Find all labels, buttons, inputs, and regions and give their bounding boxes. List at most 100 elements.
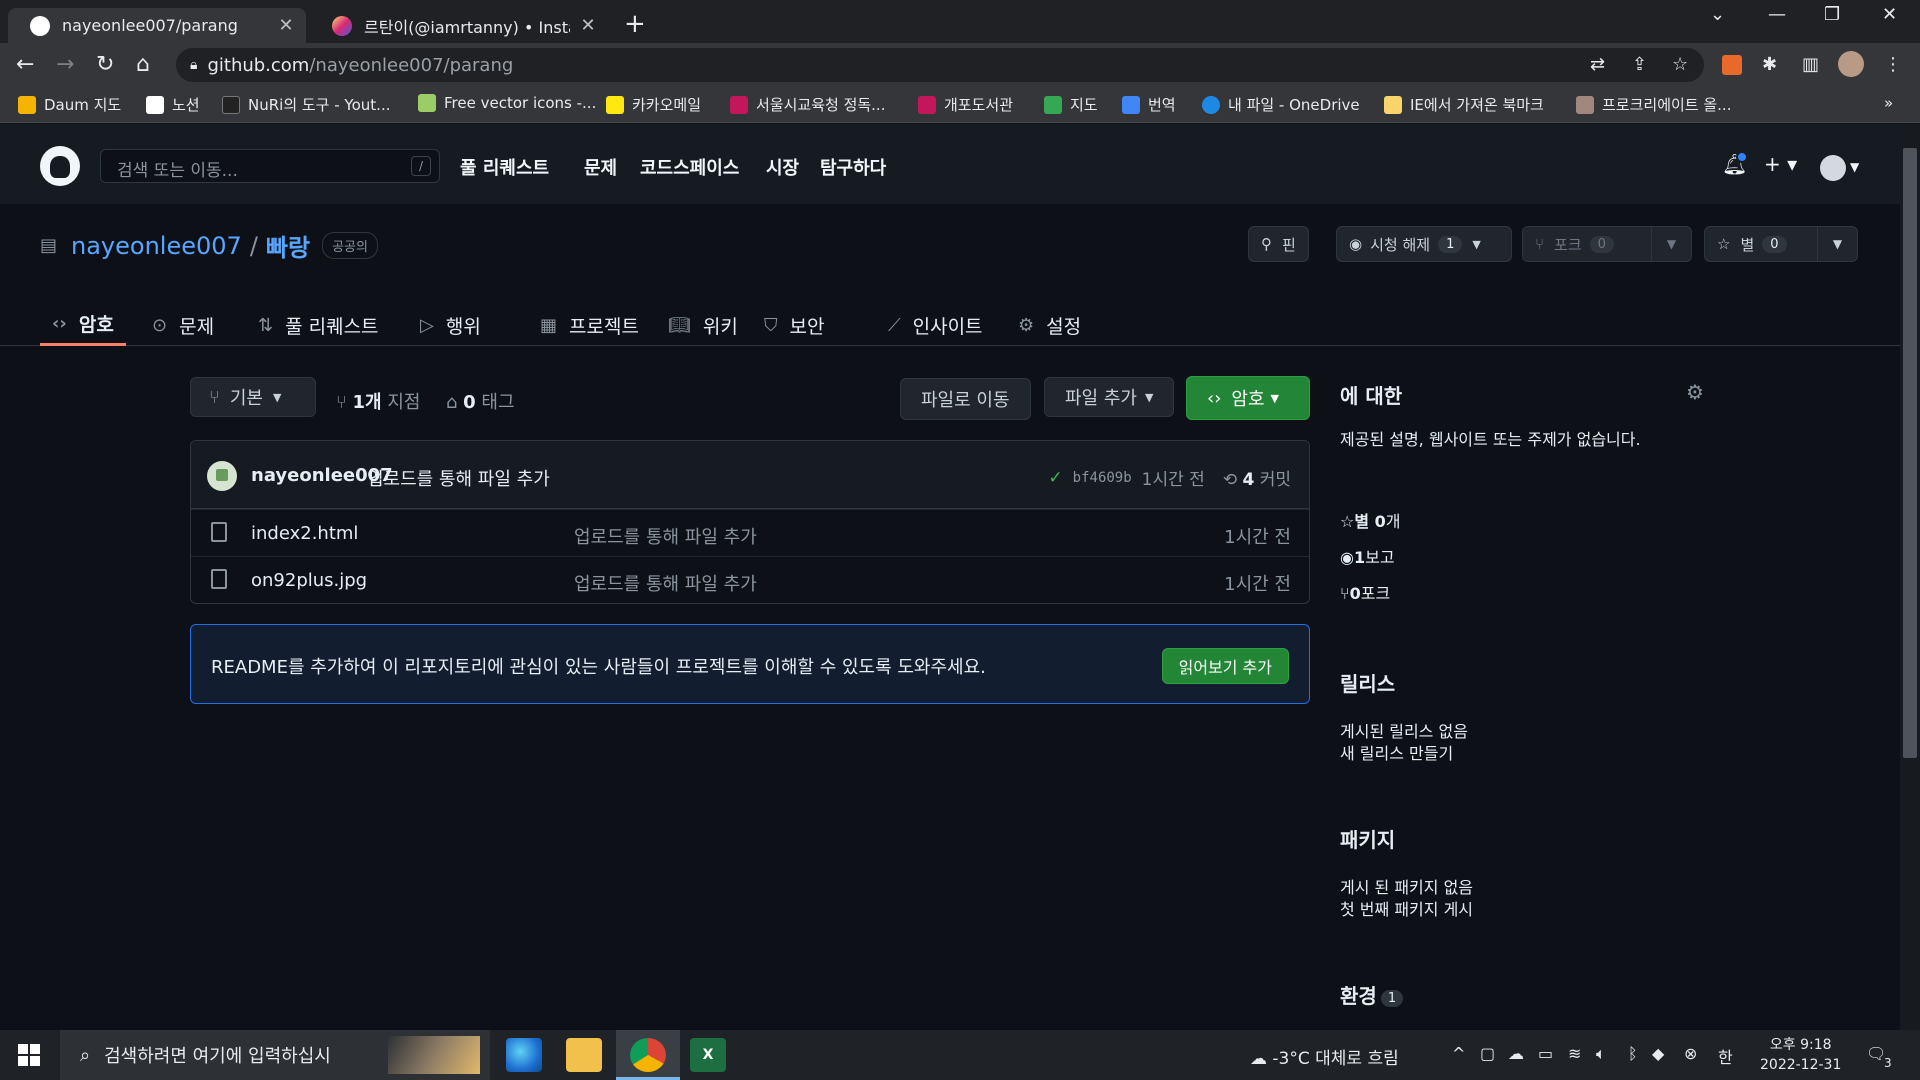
chrome-icon[interactable] (630, 1038, 666, 1072)
user-avatar[interactable] (1820, 155, 1846, 181)
file-name-link[interactable]: index2.html (251, 523, 358, 544)
reload-icon[interactable]: ↻ (96, 52, 114, 77)
stars-link[interactable]: ☆별 0개 (1340, 508, 1710, 532)
star-button[interactable]: ☆ 별 0 ▼ (1704, 226, 1858, 262)
tab-wiki[interactable]: 📖︎ 위키 (668, 304, 738, 346)
tray-close-icon[interactable]: ⊗ (1684, 1044, 1697, 1063)
tab-close-icon[interactable]: ✕ (578, 15, 598, 36)
tab-code[interactable]: ‹› 암호 (40, 304, 126, 346)
restore-icon[interactable]: ❐ (1824, 4, 1840, 25)
app-tray-icon[interactable]: ◆ (1652, 1044, 1664, 1063)
edge-icon[interactable] (506, 1038, 542, 1072)
scrollbar-thumb[interactable] (1903, 148, 1917, 758)
file-row[interactable]: index2.html 업로드를 통해 파일 추가 1시간 전 (191, 509, 1309, 556)
file-commit-message[interactable]: 업로드를 통해 파일 추가 (574, 570, 757, 596)
file-row[interactable]: on92plus.jpg 업로드를 통해 파일 추가 1시간 전 (191, 556, 1309, 603)
pin-button[interactable]: ⚲ 핀 (1248, 226, 1309, 262)
volume-icon[interactable]: 🔈︎ (1596, 1044, 1606, 1064)
gear-icon[interactable]: ⚙ (1686, 380, 1704, 404)
nav-issues[interactable]: 문제 (584, 154, 617, 180)
tab-actions[interactable]: ▷ 행위 (420, 304, 481, 346)
address-bar[interactable]: 🔒︎ github.com/nayeonlee007/parang (176, 48, 1704, 82)
file-name-link[interactable]: on92plus.jpg (251, 570, 367, 591)
branches-link[interactable]: ⑂ 1개 지점 (336, 388, 420, 414)
bookmark-item[interactable]: Free vector icons -... (418, 94, 596, 112)
create-release-link[interactable]: 새 릴리스 만들기 (1340, 740, 1710, 764)
add-file-button[interactable]: 파일 추가 ▼ (1044, 377, 1175, 417)
window-close-icon[interactable]: ✕ (1882, 4, 1897, 25)
tab-search-icon[interactable]: ⌄ (1710, 4, 1725, 25)
chrome-menu-icon[interactable]: ⋮ (1884, 54, 1902, 75)
forward-icon[interactable]: → (56, 52, 74, 77)
file-explorer-icon[interactable] (566, 1038, 602, 1072)
windows-start-icon[interactable] (18, 1044, 40, 1066)
bookmark-item[interactable]: Daum 지도 (18, 94, 121, 115)
fork-dropdown-icon[interactable]: ▼ (1651, 227, 1691, 261)
bluetooth-icon[interactable]: ᛒ (1628, 1044, 1638, 1063)
tab-insights[interactable]: ⟋ 인사이트 (888, 304, 983, 346)
file-commit-message[interactable]: 업로드를 통해 파일 추가 (574, 523, 757, 549)
bookmark-item[interactable]: 카카오메일 (606, 94, 701, 115)
bookmark-item[interactable]: 개포도서관 (918, 94, 1013, 115)
share-icon[interactable]: ⇪ (1632, 54, 1647, 75)
translate-icon[interactable]: ⇄ (1590, 54, 1605, 75)
repo-owner-link[interactable]: nayeonlee007 (71, 232, 242, 260)
bookmark-item[interactable]: 지도 (1044, 94, 1098, 115)
create-new-plus-icon[interactable]: + ▾ (1764, 152, 1797, 176)
side-panel-icon[interactable]: ▥ (1802, 54, 1819, 75)
environments-title[interactable]: 환경 (1340, 984, 1377, 1008)
bookmark-item[interactable]: 노션 (146, 94, 200, 115)
extensions-puzzle-icon[interactable]: ✱ (1762, 54, 1777, 75)
back-icon[interactable]: ← (16, 52, 34, 77)
bookmark-item[interactable]: 서울시교육청 정독... (730, 94, 885, 115)
nav-explore[interactable]: 탐구하다 (820, 154, 886, 180)
bookmark-star-icon[interactable]: ☆ (1672, 54, 1688, 75)
code-button[interactable]: ‹› 암호 ▼ (1186, 376, 1310, 420)
wifi-icon[interactable]: ≋ (1568, 1044, 1581, 1063)
github-logo-icon[interactable] (40, 146, 80, 186)
packages-title[interactable]: 패키지 (1340, 824, 1710, 853)
bookmark-item[interactable]: 내 파일 - OneDrive (1202, 94, 1360, 115)
author-avatar[interactable] (207, 461, 237, 491)
github-search-input[interactable]: 검색 또는 이동... / (100, 149, 440, 183)
go-to-file-button[interactable]: 파일로 이동 (900, 378, 1031, 420)
watch-button[interactable]: ◉ 시청 해제 1 ▼ (1336, 226, 1512, 262)
branch-select-button[interactable]: ⑂ 기본 ▼ (190, 377, 316, 417)
battery-icon[interactable]: ▭ (1538, 1044, 1553, 1063)
nav-codespaces[interactable]: 코드스페이스 (640, 154, 739, 180)
taskbar-search-box[interactable]: ⌕ 검색하려면 여기에 입력하십시 (60, 1030, 490, 1080)
commit-history-link[interactable]: ⟲ 4 커밋 (1223, 465, 1291, 490)
bookmark-item[interactable]: 프로크리에이트 올... (1576, 94, 1731, 115)
bookmark-item[interactable]: 번역 (1122, 94, 1176, 115)
commit-sha-link[interactable]: bf4609b (1073, 470, 1132, 486)
bookmark-folder[interactable]: IE에서 가져온 북마크 (1384, 94, 1544, 115)
profile-avatar[interactable] (1838, 51, 1864, 77)
watchers-link[interactable]: ◉1보고 (1340, 544, 1710, 568)
excel-icon[interactable]: X (690, 1038, 726, 1072)
repo-name-link[interactable]: 빠랑 (266, 228, 310, 263)
taskbar-clock[interactable]: 오후 9:18 2022-12-31 (1760, 1035, 1841, 1075)
tab-issues[interactable]: ⊙ 문제 (152, 304, 214, 346)
minimize-icon[interactable]: — (1768, 4, 1786, 25)
bookmark-item[interactable]: NuRi의 도구 - Yout... (222, 94, 390, 115)
releases-title[interactable]: 릴리스 (1340, 668, 1710, 697)
browser-tab-instagram[interactable]: 르탄이(@iamrtanny) • Instagram ✕ (310, 8, 608, 43)
nav-marketplace[interactable]: 시장 (766, 154, 799, 180)
tab-settings[interactable]: ⚙ 설정 (1018, 304, 1081, 346)
bookmarks-overflow-button[interactable]: » (1884, 94, 1893, 112)
tab-close-icon[interactable]: ✕ (276, 15, 296, 36)
ime-indicator[interactable]: 한 (1718, 1044, 1733, 1068)
tab-pull-requests[interactable]: ⇅ 풀 리퀘스트 (258, 304, 379, 346)
fork-button[interactable]: ⑂ 포크 0 ▼ (1522, 226, 1692, 262)
nav-pull-requests[interactable]: 풀 리퀘스트 (460, 154, 549, 180)
show-hidden-icons-icon[interactable]: ^ (1452, 1044, 1465, 1063)
home-icon[interactable]: ⌂ (136, 52, 150, 77)
tab-security[interactable]: ⛉ 보안 (764, 304, 824, 346)
publish-package-link[interactable]: 첫 번째 패키지 게시 (1340, 896, 1710, 920)
meet-icon[interactable]: ▢ (1480, 1044, 1495, 1063)
extension-icon[interactable] (1722, 55, 1742, 75)
new-tab-button[interactable]: + (624, 9, 646, 39)
onedrive-icon[interactable]: ☁ (1508, 1044, 1524, 1063)
add-readme-button[interactable]: 읽어보기 추가 (1161, 648, 1289, 684)
weather-widget[interactable]: ☁ -3°C 대체로 흐림 (1250, 1044, 1399, 1069)
